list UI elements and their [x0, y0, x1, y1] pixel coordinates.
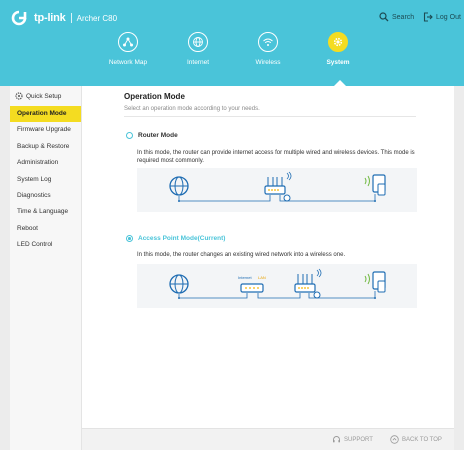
search-icon [379, 12, 389, 22]
brand-logo[interactable]: tp-link Archer C80 [10, 9, 117, 27]
sidebar-item-diagnostics[interactable]: Diagnostics [10, 188, 81, 204]
globe-icon [169, 274, 189, 294]
globe-icon [193, 37, 203, 47]
search-button[interactable]: Search [379, 12, 414, 22]
back-to-top-link[interactable]: BACK TO TOP [390, 435, 442, 444]
access-point-mode-description: In this mode, the router changes an exis… [137, 252, 346, 258]
router-mode-description: In this mode, the router can provide int… [137, 150, 415, 164]
brand-name: tp-link [34, 12, 66, 24]
logo-separator [70, 13, 72, 23]
model-name: Archer C80 [76, 13, 118, 23]
sidebar-item-label: Quick Setup [26, 92, 62, 100]
sidebar-item-reboot[interactable]: Reboot [10, 221, 81, 237]
router-mode-diagram-graphic [169, 171, 386, 202]
nav-tab-label: Network Map [108, 59, 148, 66]
nav-tab-network-map[interactable]: Network Map [98, 32, 158, 72]
nav-circle [188, 32, 208, 52]
nav-circle [328, 32, 348, 52]
existing-router-icon [240, 283, 264, 293]
support-link[interactable]: SUPPORT [332, 435, 373, 444]
nav-tab-wireless[interactable]: Wireless [238, 32, 298, 72]
nav-tab-label: Internet [186, 59, 210, 66]
footer-bar: SUPPORT BACK TO TOP [82, 428, 454, 450]
wifi-signal-icon [364, 273, 370, 285]
sidebar-item-operation-mode[interactable]: Operation Mode [10, 106, 81, 123]
nav-tab-internet[interactable]: Internet [168, 32, 228, 72]
logout-icon [423, 12, 433, 22]
access-point-mode-label: Access Point Mode(Current) [138, 235, 226, 242]
sidebar-item-backup-restore[interactable]: Backup & Restore [10, 139, 81, 155]
arrow-up-circle-icon [390, 435, 399, 444]
logout-button[interactable]: Log Out [423, 12, 461, 22]
header-bar: tp-link Archer C80 Search Log Out Networ… [0, 0, 464, 86]
radio-button[interactable] [126, 132, 133, 139]
devices-icon [372, 174, 386, 196]
sidebar: Quick Setup Operation Mode Firmware Upgr… [10, 86, 82, 450]
page-margin [454, 86, 464, 450]
gear-icon [333, 37, 343, 47]
sidebar-item-administration[interactable]: Administration [10, 155, 81, 171]
sidebar-item-time-language[interactable]: Time & Language [10, 204, 81, 220]
sidebar-item-quick-setup[interactable]: Quick Setup [10, 86, 81, 106]
connection-lines [178, 291, 376, 299]
support-label: SUPPORT [344, 436, 373, 443]
wifi-icon [263, 38, 273, 46]
quick-setup-icon [15, 92, 23, 100]
internet-port-label: Internet [238, 275, 252, 280]
router-mode-label: Router Mode [138, 132, 178, 139]
nav-tab-label: System [326, 59, 350, 66]
access-point-mode-radio[interactable]: Access Point Mode(Current) [126, 235, 225, 242]
nav-tab-label: Wireless [255, 59, 281, 66]
nav-circle [118, 32, 138, 52]
access-point-mode-diagram-graphic: Internet LAN [169, 268, 386, 299]
connection-lines [178, 194, 376, 202]
router-mode-diagram [137, 168, 417, 212]
wifi-signal-icon [364, 175, 370, 187]
devices-icon [372, 271, 386, 293]
search-label: Search [392, 13, 415, 21]
sidebar-item-led-control[interactable]: LED Control [10, 237, 81, 253]
network-map-icon [123, 37, 133, 47]
tp-link-logo-icon [11, 10, 27, 26]
title-divider [124, 116, 416, 117]
radio-button-selected[interactable] [126, 235, 133, 242]
page-title: Operation Mode [124, 92, 185, 101]
lan-port-label: LAN [258, 275, 266, 280]
logout-label: Log Out [436, 13, 461, 21]
nav-circle [258, 32, 278, 52]
router-icon [264, 171, 292, 202]
back-to-top-label: BACK TO TOP [402, 436, 442, 443]
main-panel: Operation Mode Select an operation mode … [82, 86, 454, 428]
router-mode-radio[interactable]: Router Mode [126, 132, 178, 139]
globe-icon [169, 176, 189, 196]
sidebar-item-system-log[interactable]: System Log [10, 172, 81, 188]
page-subtitle: Select an operation mode according to yo… [124, 106, 260, 112]
sidebar-item-firmware-upgrade[interactable]: Firmware Upgrade [10, 122, 81, 138]
access-point-mode-diagram: Internet LAN [137, 264, 417, 308]
nav-tab-system[interactable]: System [308, 32, 368, 72]
router-icon [294, 268, 322, 299]
headset-icon [333, 436, 340, 443]
